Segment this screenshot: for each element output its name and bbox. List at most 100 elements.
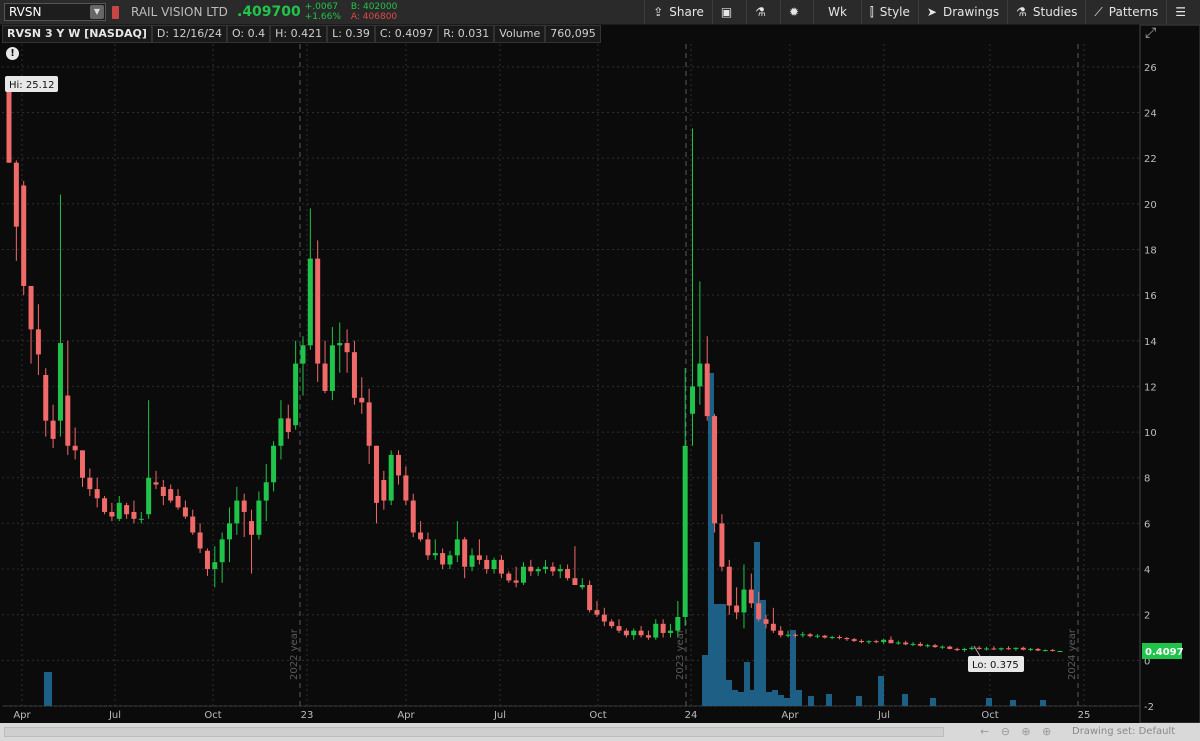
volume-bar [808,696,814,706]
candle-body [418,532,424,540]
candle-body [557,569,563,572]
candle-body [947,646,953,649]
candle-body [337,343,343,346]
candle-body [653,623,659,638]
y-tick-label: 26 [1144,63,1157,74]
candle-body [543,566,549,570]
candle-body [50,420,56,439]
volume-bar [732,690,738,706]
candle-body [690,386,696,414]
x-tick-label: Jul [108,710,121,721]
volume-bar [796,690,802,706]
candle-body [153,482,159,485]
candle-body [1028,648,1034,650]
candle-body [1050,650,1056,652]
expand-icon[interactable]: ⤢ [1145,25,1161,41]
volume-bar [726,680,732,706]
candle-body [903,642,909,645]
candle-body [998,648,1004,650]
candle-body [28,285,34,330]
candle-body [991,648,997,650]
candle-body [447,555,453,565]
candle-body [579,585,585,588]
bottom-bar: ← ⊖ ⊕ ⊕ Drawing set: Default [0,723,1200,741]
candle-body [513,580,519,583]
y-tick-label: 10 [1144,428,1157,439]
candle-body [293,363,299,426]
volume-bar [744,662,750,706]
candle-body [814,635,820,637]
candle-body [535,569,541,572]
horizontal-scrollbar[interactable] [4,727,944,737]
volume-bar [702,655,708,706]
volume-bar [878,676,884,706]
volume-bar [930,698,936,706]
candle-body [682,445,688,617]
candle-body [822,635,828,638]
candle-body [498,559,504,574]
candle-body [21,185,27,286]
candle-body [675,616,681,631]
y-tick-label: 18 [1144,245,1157,256]
candle-body [528,566,534,572]
candle-body [35,329,41,355]
candle-body [851,639,857,641]
candle-body [432,553,438,556]
candle-body [396,454,402,476]
hi-label: Hi: 25.12 [9,80,54,91]
volume-label: Volume [494,25,546,43]
candle-body [469,555,475,567]
candle-body [741,589,747,613]
candle-body [351,352,357,398]
candle-body [462,539,468,567]
candle-body [440,553,446,565]
volume-bar [778,695,784,706]
candle-body [1035,648,1041,651]
candle-body [403,475,409,501]
candle-body [829,637,835,639]
x-tick-label: Oct [204,710,221,721]
candle-body [388,454,394,501]
volume-bar [986,698,992,706]
candle-body [778,630,784,636]
candle-body [168,489,174,501]
candle-body [87,477,93,490]
bar-date: D: 12/16/24 [151,25,227,43]
zoom-tools[interactable]: ← ⊖ ⊕ ⊕ [980,725,1055,738]
candle-body [925,645,931,647]
lo-label: Lo: 0.375 [972,660,1019,671]
candle-body [895,642,901,644]
candle-body [57,343,63,421]
y-tick-label: 8 [1144,474,1150,485]
candle-body [1006,648,1012,650]
candle-body [667,630,673,633]
candle-body [146,477,152,515]
price-chart[interactable]: 26242220181614121086420-2Apr Jul Oct 23 Apr J… [0,0,1200,741]
candle-body [616,626,622,631]
candle-body [984,648,990,650]
candle-body [197,532,203,549]
candle-body [888,639,894,644]
chart-window: ▼ RAIL VISION LTD .409700 +.0067 +1.66% … [0,0,1200,741]
x-tick-label: Apr [397,710,415,721]
candle-body [212,562,218,570]
candle-body [917,643,923,646]
candle-body [94,489,100,499]
candle-body [190,516,196,533]
candle-body [271,445,277,483]
candle-body [660,623,666,633]
candle-body [138,518,144,520]
candle-body [285,418,291,433]
candle-body [234,500,240,524]
y-tick-label: -2 [1144,702,1154,713]
candle-body [249,521,255,535]
alert-icon[interactable]: ! [6,47,19,60]
candle-body [1057,650,1063,652]
candle-body [219,539,225,563]
y-tick-label: 16 [1144,291,1157,302]
candle-body [315,258,321,364]
volume-bar [772,690,778,706]
volume-bar [1010,700,1016,706]
candle-body [609,621,615,627]
x-tick-label: 25 [1078,710,1091,721]
